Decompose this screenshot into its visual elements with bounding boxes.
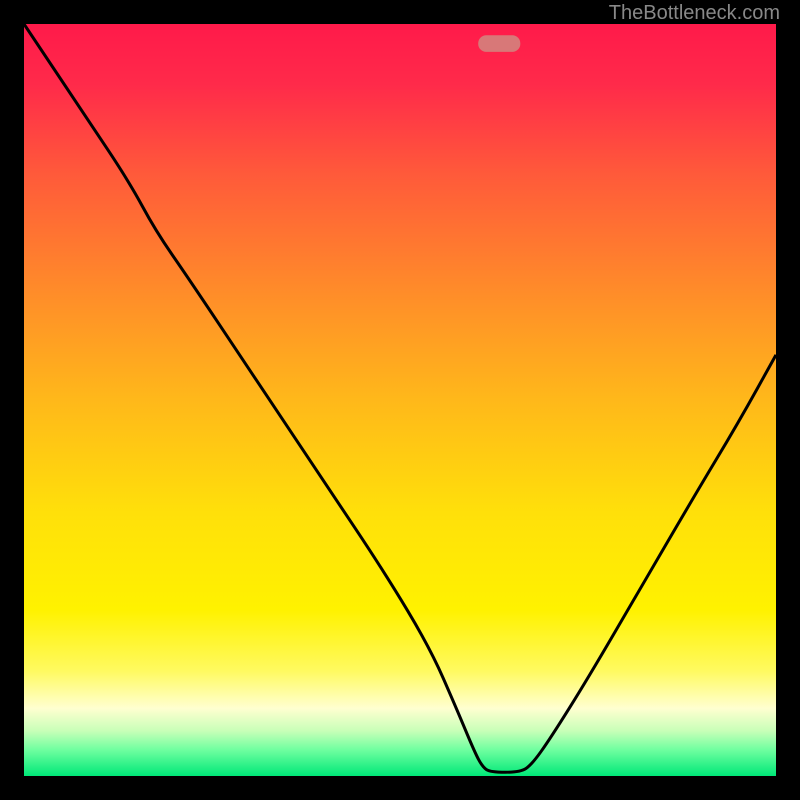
chart-svg	[24, 24, 776, 776]
optimal-marker	[478, 35, 520, 52]
chart-background	[24, 24, 776, 776]
watermark-text: TheBottleneck.com	[609, 2, 780, 25]
chart-area	[24, 24, 776, 776]
